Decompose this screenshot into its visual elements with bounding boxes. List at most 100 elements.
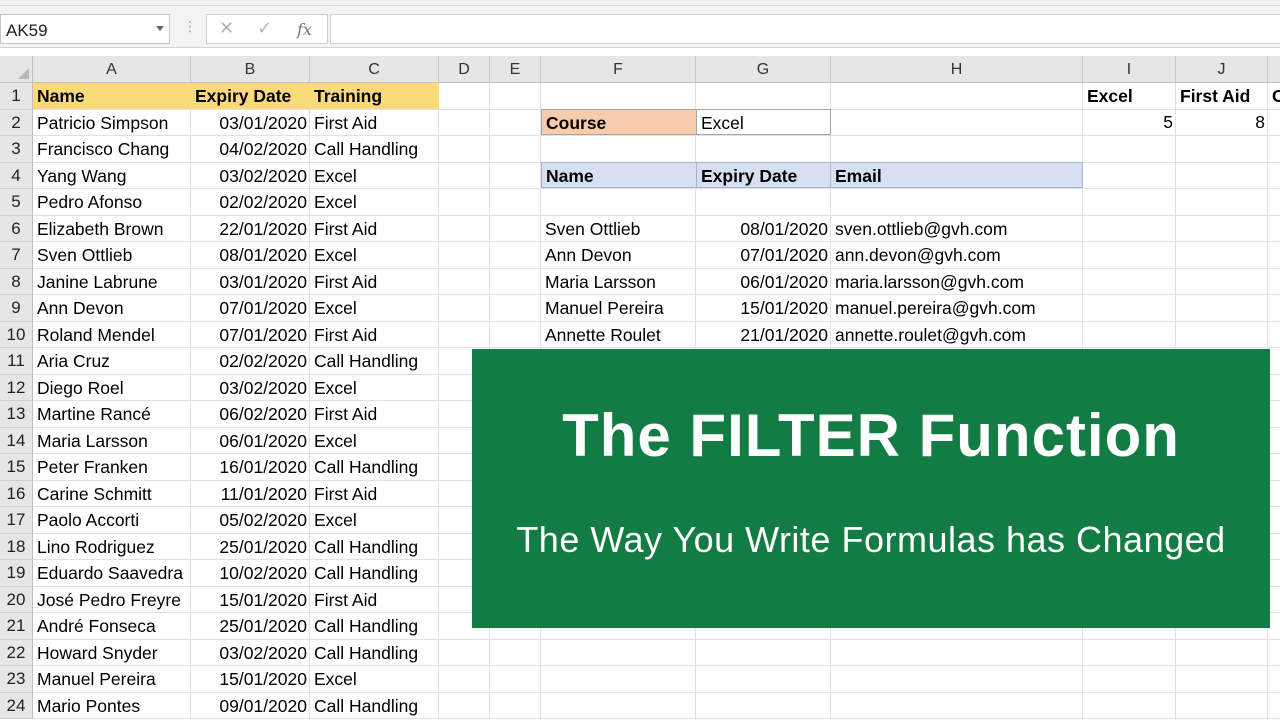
training-cell[interactable]: First Aid bbox=[310, 110, 439, 136]
training-cell[interactable]: Excel bbox=[310, 242, 439, 268]
result-email-cell[interactable]: ann.devon@gvh.com bbox=[831, 242, 1083, 268]
result-name-cell[interactable]: Annette Roulet bbox=[541, 322, 696, 348]
row-header[interactable]: 8 bbox=[0, 268, 33, 295]
count-value-excel[interactable]: 5 bbox=[1083, 109, 1176, 135]
course-value-cell[interactable]: Excel bbox=[696, 109, 831, 135]
expiry-date-cell[interactable]: 03/01/2020 bbox=[191, 269, 310, 295]
name-cell[interactable]: Carine Schmitt bbox=[33, 481, 191, 507]
name-cell[interactable]: Yang Wang bbox=[33, 163, 191, 189]
result-name-cell[interactable]: Ann Devon bbox=[541, 242, 696, 268]
result-expiry-cell[interactable]: 08/01/2020 bbox=[696, 216, 831, 242]
row-header[interactable]: 16 bbox=[0, 480, 33, 507]
result-email-cell[interactable]: sven.ottlieb@gvh.com bbox=[831, 216, 1083, 242]
result-expiry-cell[interactable]: 15/01/2020 bbox=[696, 295, 831, 321]
name-cell[interactable]: Peter Franken bbox=[33, 454, 191, 480]
expiry-date-cell[interactable]: 06/01/2020 bbox=[191, 428, 310, 454]
name-cell[interactable]: Janine Labrune bbox=[33, 269, 191, 295]
expiry-date-cell[interactable]: 03/02/2020 bbox=[191, 375, 310, 401]
expiry-date-cell[interactable]: 06/02/2020 bbox=[191, 401, 310, 427]
column-header-g[interactable]: G bbox=[696, 56, 831, 83]
row-header[interactable]: 13 bbox=[0, 401, 33, 428]
name-cell[interactable]: Lino Rodriguez bbox=[33, 534, 191, 560]
row-header[interactable]: 2 bbox=[0, 109, 33, 136]
expiry-date-cell[interactable]: 04/02/2020 bbox=[191, 136, 310, 162]
result-email-cell[interactable]: manuel.pereira@gvh.com bbox=[831, 295, 1083, 321]
result-name-cell[interactable]: Manuel Pereira bbox=[541, 295, 696, 321]
row-header[interactable]: 24 bbox=[0, 692, 33, 719]
results-header-email[interactable]: Email bbox=[830, 162, 1083, 188]
expiry-date-cell[interactable]: 10/02/2020 bbox=[191, 560, 310, 586]
row-header[interactable]: 18 bbox=[0, 533, 33, 560]
training-cell[interactable]: Excel bbox=[310, 428, 439, 454]
expiry-date-cell[interactable]: 15/01/2020 bbox=[191, 587, 310, 613]
training-cell[interactable]: First Aid bbox=[310, 269, 439, 295]
name-cell[interactable]: Ann Devon bbox=[33, 295, 191, 321]
training-cell[interactable]: First Aid bbox=[310, 587, 439, 613]
results-header-expiry[interactable]: Expiry Date bbox=[696, 162, 831, 188]
training-cell[interactable]: Call Handling bbox=[310, 693, 439, 719]
training-cell[interactable]: Call Handling bbox=[310, 560, 439, 586]
training-cell[interactable]: First Aid bbox=[310, 401, 439, 427]
result-expiry-cell[interactable]: 07/01/2020 bbox=[696, 242, 831, 268]
enter-icon[interactable]: ✓ bbox=[257, 18, 272, 39]
column-header-c[interactable]: C bbox=[310, 56, 439, 83]
name-cell[interactable]: Mario Pontes bbox=[33, 693, 191, 719]
name-cell[interactable]: Maria Larsson bbox=[33, 428, 191, 454]
name-cell[interactable]: Manuel Pereira bbox=[33, 666, 191, 692]
row-header[interactable]: 6 bbox=[0, 215, 33, 242]
expiry-date-cell[interactable]: 25/01/2020 bbox=[191, 613, 310, 639]
column-header-k[interactable] bbox=[1268, 56, 1280, 83]
row-header[interactable]: 14 bbox=[0, 427, 33, 454]
result-email-cell[interactable]: maria.larsson@gvh.com bbox=[831, 269, 1083, 295]
name-cell[interactable]: Patricio Simpson bbox=[33, 110, 191, 136]
name-cell[interactable]: José Pedro Freyre bbox=[33, 587, 191, 613]
formula-input[interactable] bbox=[330, 14, 1280, 44]
training-cell[interactable]: Excel bbox=[310, 189, 439, 215]
count-label-excel[interactable]: Excel bbox=[1083, 83, 1176, 109]
name-cell[interactable]: Elizabeth Brown bbox=[33, 216, 191, 242]
expiry-date-cell[interactable]: 25/01/2020 bbox=[191, 534, 310, 560]
name-cell[interactable]: Martine Rancé bbox=[33, 401, 191, 427]
training-cell[interactable]: Excel bbox=[310, 375, 439, 401]
row-header[interactable]: 4 bbox=[0, 162, 33, 189]
result-name-cell[interactable]: Sven Ottlieb bbox=[541, 216, 696, 242]
cancel-icon[interactable]: ✕ bbox=[219, 18, 234, 39]
name-cell[interactable]: Eduardo Saavedra bbox=[33, 560, 191, 586]
column-header-h[interactable]: H bbox=[831, 56, 1083, 83]
row-header[interactable]: 10 bbox=[0, 321, 33, 348]
header-training-cell[interactable]: Training bbox=[310, 83, 439, 109]
name-cell[interactable]: André Fonseca bbox=[33, 613, 191, 639]
training-cell[interactable]: Call Handling bbox=[310, 348, 439, 374]
row-header[interactable]: 12 bbox=[0, 374, 33, 401]
name-cell[interactable]: Howard Snyder bbox=[33, 640, 191, 666]
expiry-date-cell[interactable]: 03/02/2020 bbox=[191, 640, 310, 666]
training-cell[interactable]: First Aid bbox=[310, 322, 439, 348]
expiry-date-cell[interactable]: 16/01/2020 bbox=[191, 454, 310, 480]
expiry-date-cell[interactable]: 11/01/2020 bbox=[191, 481, 310, 507]
row-header[interactable]: 3 bbox=[0, 136, 33, 163]
name-box[interactable]: AK59 bbox=[0, 14, 170, 44]
chevron-down-icon[interactable] bbox=[156, 26, 164, 31]
row-header[interactable]: 15 bbox=[0, 454, 33, 481]
training-cell[interactable]: Call Handling bbox=[310, 613, 439, 639]
result-name-cell[interactable]: Maria Larsson bbox=[541, 269, 696, 295]
training-cell[interactable]: First Aid bbox=[310, 481, 439, 507]
expiry-date-cell[interactable]: 02/02/2020 bbox=[191, 189, 310, 215]
column-header-i[interactable]: I bbox=[1083, 56, 1176, 83]
name-cell[interactable]: Roland Mendel bbox=[33, 322, 191, 348]
count-label-firstaid[interactable]: First Aid bbox=[1176, 83, 1268, 109]
header-name-cell[interactable]: Name bbox=[33, 83, 191, 109]
training-cell[interactable]: Call Handling bbox=[310, 136, 439, 162]
training-cell[interactable]: Excel bbox=[310, 666, 439, 692]
training-cell[interactable]: Call Handling bbox=[310, 454, 439, 480]
formula-bar-resize-handle[interactable]: ⋮ bbox=[183, 19, 197, 33]
count-label-partial[interactable]: C bbox=[1268, 83, 1280, 109]
row-header[interactable]: 5 bbox=[0, 189, 33, 216]
column-header-e[interactable]: E bbox=[490, 56, 541, 83]
expiry-date-cell[interactable]: 05/02/2020 bbox=[191, 507, 310, 533]
row-header[interactable]: 9 bbox=[0, 295, 33, 322]
expiry-date-cell[interactable]: 03/01/2020 bbox=[191, 110, 310, 136]
expiry-date-cell[interactable]: 08/01/2020 bbox=[191, 242, 310, 268]
row-header[interactable]: 22 bbox=[0, 639, 33, 666]
column-header-f[interactable]: F bbox=[541, 56, 696, 83]
